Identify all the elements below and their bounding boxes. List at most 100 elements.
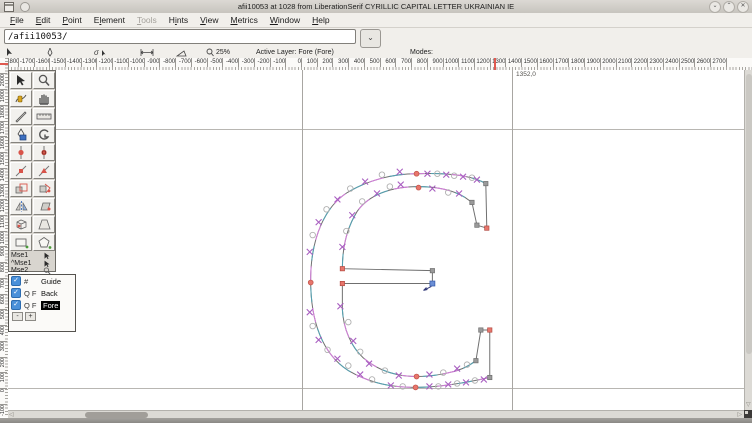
tool-hand[interactable] [33,90,55,107]
control-point-x[interactable] [442,171,450,179]
glyph-outline-svg[interactable] [8,70,744,410]
corner-point-gray[interactable] [429,268,435,274]
v-ruler-label: 400 [0,325,7,341]
control-point-x[interactable] [426,371,433,378]
minimize-button[interactable]: ⌄ [709,1,721,13]
tool-pen[interactable] [10,126,32,143]
control-point-x[interactable] [306,308,314,316]
scroll-down-icon[interactable]: ▽ [746,402,751,408]
implied-point[interactable] [378,171,386,178]
glyph-name-input[interactable] [4,29,356,44]
tool-freehand[interactable] [10,90,32,107]
implied-point[interactable] [309,322,316,330]
curve-point[interactable] [413,170,420,177]
tool-rotate3d[interactable] [10,216,32,233]
control-point-x[interactable] [334,355,341,363]
corner-point-red[interactable] [487,327,493,333]
layer-add-button[interactable]: + [25,312,36,321]
layer-row-guide[interactable]: ✓ # Guide [9,275,75,287]
layer-name[interactable]: Back [41,289,58,298]
h-ruler-label: -1000 [129,58,145,67]
vertical-scrollbar[interactable]: ▽ [744,70,752,410]
implied-point[interactable] [345,362,352,369]
control-point-x[interactable] [473,176,481,184]
curve-point[interactable] [307,279,314,286]
close-button[interactable]: ✕ [737,1,749,13]
menu-window[interactable]: Window [264,15,306,25]
glyph-name-dropdown-button[interactable]: ⌄ [360,29,381,48]
layer-name[interactable]: Guide [41,277,61,286]
glyph-canvas[interactable]: 1352,0 [8,70,744,410]
curve-point[interactable] [413,373,420,380]
menu-point[interactable]: Point [56,15,87,25]
selected-point[interactable] [429,280,436,287]
menu-element[interactable]: Element [88,15,131,25]
menu-metrics[interactable]: Metrics [224,15,263,25]
window-titlebar[interactable]: afii10053 at 1028 from LiberationSerif C… [0,0,752,14]
implied-point[interactable] [358,198,366,205]
mouse-binding-label: ^Mse1 [11,259,32,267]
implied-point[interactable] [450,172,458,179]
corner-point-gray[interactable] [487,374,493,381]
implied-point[interactable] [386,183,394,190]
maximize-button[interactable]: ⌃ [723,1,735,13]
curve-point[interactable] [415,184,422,191]
layer-visibility-checkbox[interactable]: ✓ [11,300,21,310]
implied-point[interactable] [309,231,316,239]
implied-point[interactable] [440,369,447,376]
tool-perspective[interactable] [33,216,55,233]
menu-tools: Tools [136,15,157,25]
tool-polygon-star[interactable] [33,234,55,251]
implied-point[interactable] [323,206,330,213]
menu-view[interactable]: View [194,15,224,25]
h-ruler-label: 500 [366,58,381,67]
menu-help[interactable]: Help [306,15,335,25]
tool-skew[interactable] [33,198,55,215]
tool-tangent-point[interactable] [33,162,55,179]
h-ruler-label: 2700 [712,58,727,67]
control-point-x[interactable] [315,336,322,344]
tool-rectangle[interactable] [10,234,32,251]
tool-magnify[interactable] [33,72,55,89]
tool-flip[interactable] [10,198,32,215]
implied-point[interactable] [345,318,352,326]
tool-scale[interactable] [10,180,32,197]
layer-visibility-checkbox[interactable]: ✓ [11,276,21,286]
tool-ruler[interactable] [33,108,55,125]
corner-point-gray[interactable] [478,327,484,333]
corner-point-gray[interactable] [473,358,479,364]
vertical-scrollbar-thumb[interactable] [746,74,752,354]
control-point-x[interactable] [315,218,322,226]
corner-point-gray[interactable] [483,181,489,187]
tool-curve-point[interactable] [10,144,32,161]
tool-spiro[interactable] [33,126,55,143]
control-point-x[interactable] [334,196,341,203]
corner-point-gray[interactable] [469,199,475,205]
corner-point-red[interactable] [484,225,490,231]
corner-point-gray[interactable] [474,222,480,228]
control-point-x[interactable] [349,337,357,345]
tool-rotate[interactable] [33,180,55,197]
control-point-x[interactable] [429,185,436,192]
tool-corner-point[interactable] [10,162,32,179]
menu-file[interactable]: File [4,15,30,25]
window-resize-grip[interactable] [744,410,752,418]
layer-row-fore[interactable]: ✓ Q F Fore [9,299,75,311]
tool-pointer[interactable] [10,72,32,89]
control-point-x[interactable] [397,181,405,188]
corner-point-red[interactable] [339,281,345,287]
layer-visibility-checkbox[interactable]: ✓ [11,288,21,298]
control-point-x[interactable] [396,168,404,176]
menu-edit[interactable]: Edit [30,15,57,25]
menu-hints[interactable]: Hints [163,15,194,25]
control-point-x[interactable] [306,248,314,256]
h-ruler-label: -200 [257,58,271,67]
layer-row-back[interactable]: ✓ Q F Back [9,287,75,299]
tool-hvcurve-point[interactable] [33,144,55,161]
tool-knife[interactable] [10,108,32,125]
layer-name[interactable]: Fore [41,300,61,310]
layer-remove-button[interactable]: - [12,312,23,321]
curve-point[interactable] [412,384,419,391]
h-ruler-label: 700 [397,58,413,67]
corner-point-red[interactable] [339,266,345,272]
